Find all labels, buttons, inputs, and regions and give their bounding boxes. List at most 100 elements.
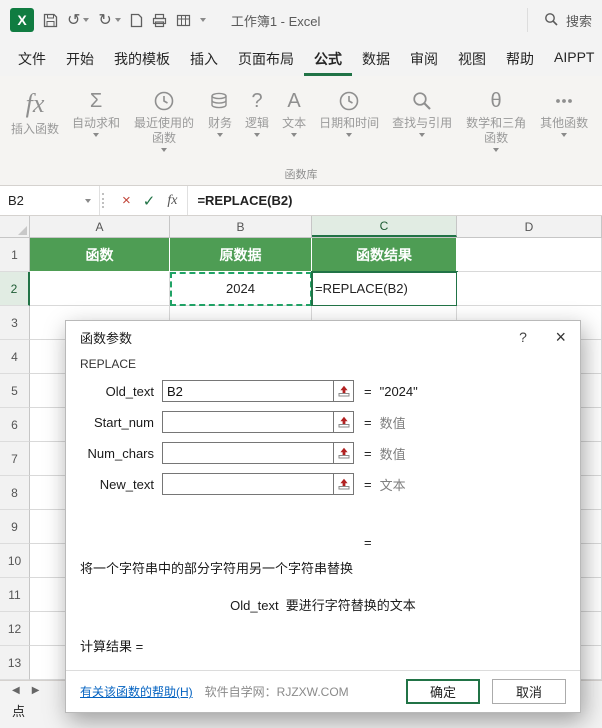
confirm-entry-icon[interactable]: ✓	[143, 192, 156, 210]
argument-result: 数值	[379, 415, 406, 431]
ribbon-button-lookup-reference[interactable]: 查找与引用	[387, 84, 457, 139]
range-selector-button[interactable]	[333, 412, 353, 432]
row-header-2[interactable]: 2	[0, 272, 30, 306]
ribbon-button-insert-function[interactable]: fx 插入函数	[6, 84, 64, 139]
menu-tab-文件[interactable]: 文件	[8, 40, 56, 76]
menu-tab-我的模板[interactable]: 我的模板	[104, 40, 180, 76]
menu-tab-AIPPT[interactable]: AIPPT	[544, 40, 602, 76]
menu-tab-视图[interactable]: 视图	[448, 40, 496, 76]
menu-tab-审阅[interactable]: 审阅	[400, 40, 448, 76]
dropdown-icon	[93, 133, 100, 137]
search-box[interactable]: 搜索	[526, 8, 592, 32]
ribbon-button-autosum[interactable]: Σ 自动求和	[67, 84, 125, 139]
menu-tab-公式[interactable]: 公式	[304, 40, 352, 76]
function-name-label: REPLACE	[80, 357, 137, 371]
dialog-help-icon[interactable]: ?	[506, 329, 540, 345]
math-trig-icon: θ	[490, 89, 502, 112]
collapse-dialog-icon	[338, 447, 349, 459]
new-file-icon[interactable]	[130, 13, 143, 28]
column-header-B[interactable]: B	[170, 216, 312, 237]
undo-button[interactable]: ↺	[67, 10, 90, 30]
argument-hint: Old_text 要进行字符替换的文本	[230, 598, 416, 613]
ribbon-button-financial[interactable]: 财务	[203, 84, 237, 139]
calc-result-label: 计算结果 =	[80, 639, 144, 654]
range-selector-button[interactable]	[333, 381, 353, 401]
redo-button[interactable]: ↻	[98, 10, 121, 30]
cell-D1[interactable]	[457, 238, 602, 272]
column-header-D[interactable]: D	[457, 216, 602, 237]
save-icon[interactable]	[43, 13, 58, 28]
argument-input-Old_text[interactable]	[163, 381, 333, 401]
print-icon[interactable]	[152, 13, 167, 28]
recent-functions-icon	[153, 86, 175, 116]
prev-sheet-icon[interactable]: ◀	[12, 685, 20, 696]
ribbon-button-datetime[interactable]: 日期和时间	[314, 84, 384, 139]
dialog-footer: 有关该函数的帮助(H) 软件自学网：RJZXW.COM 确定 取消	[66, 670, 580, 712]
range-selector-button[interactable]	[333, 474, 353, 494]
dropdown-icon	[561, 133, 568, 137]
menu-tab-开始[interactable]: 开始	[56, 40, 104, 76]
cancel-entry-icon[interactable]: ×	[122, 192, 131, 209]
function-arguments-dialog: 函数参数 ? × REPLACE Old_text = "2024" Start_nu…	[65, 320, 581, 713]
row-header-11[interactable]: 11	[0, 578, 30, 612]
column-header-C[interactable]: C	[312, 216, 457, 237]
argument-input-Num_chars[interactable]	[163, 443, 333, 463]
formula-input[interactable]: =REPLACE(B2)	[188, 186, 602, 215]
select-all-corner[interactable]	[0, 216, 30, 237]
row-header-7[interactable]: 7	[0, 442, 30, 476]
quick-access-more-icon[interactable]	[199, 18, 206, 22]
menu-tab-插入[interactable]: 插入	[180, 40, 228, 76]
row-header-6[interactable]: 6	[0, 408, 30, 442]
cancel-button[interactable]: 取消	[492, 679, 566, 704]
row-header-5[interactable]: 5	[0, 374, 30, 408]
cell-C1[interactable]: 函数结果	[312, 238, 457, 272]
cell-A1[interactable]: 函数	[30, 238, 170, 272]
sheet-row-1: 1 函数 原数据 函数结果	[0, 238, 602, 272]
undo-dropdown-icon[interactable]	[83, 18, 90, 22]
function-help-link[interactable]: 有关该函数的帮助(H)	[80, 683, 193, 700]
formula-bar: B2 × ✓ fx =REPLACE(B2)	[0, 186, 602, 216]
menu-tab-页面布局[interactable]: 页面布局	[228, 40, 304, 76]
row-header-3[interactable]: 3	[0, 306, 30, 340]
cell-C2[interactable]: =REPLACE(B2)	[311, 271, 458, 307]
menu-tab-数据[interactable]: 数据	[352, 40, 400, 76]
cell-D2[interactable]	[457, 272, 602, 306]
row-header-4[interactable]: 4	[0, 340, 30, 374]
argument-input-Start_num[interactable]	[163, 412, 333, 432]
next-sheet-icon[interactable]: ▶	[32, 685, 40, 696]
cell-A2[interactable]	[30, 272, 170, 306]
search-icon	[544, 12, 558, 29]
row-header-12[interactable]: 12	[0, 612, 30, 646]
ok-button[interactable]: 确定	[406, 679, 480, 704]
menu-tab-帮助[interactable]: 帮助	[496, 40, 544, 76]
dialog-close-icon[interactable]: ×	[540, 328, 566, 346]
argument-input-New_text[interactable]	[163, 474, 333, 494]
column-header-A[interactable]: A	[30, 216, 170, 237]
row-header-8[interactable]: 8	[0, 476, 30, 510]
ribbon-button-label: 查找与引用	[392, 116, 453, 130]
ribbon-button-text[interactable]: A 文本	[277, 84, 311, 139]
ribbon-button-recent-functions[interactable]: 最近使用的函数	[128, 84, 200, 154]
ribbon-button-more-functions[interactable]: 其他函数	[535, 84, 593, 139]
name-box-value: B2	[8, 193, 24, 208]
argument-label: Start_num	[94, 414, 154, 430]
cell-B1[interactable]: 原数据	[170, 238, 312, 272]
table-icon[interactable]	[176, 13, 191, 28]
insert-function-fx-icon[interactable]: fx	[167, 193, 177, 209]
dialog-titlebar[interactable]: 函数参数 ? ×	[66, 321, 580, 353]
row-header-13[interactable]: 13	[0, 646, 30, 680]
ribbon-button-logical[interactable]: ? 逻辑	[240, 84, 274, 139]
cell-B2[interactable]: 2024	[170, 272, 312, 306]
name-box[interactable]: B2	[0, 186, 100, 215]
row-header-9[interactable]: 9	[0, 510, 30, 544]
row-header-1[interactable]: 1	[0, 238, 30, 272]
undo-icon: ↺	[67, 12, 81, 29]
ribbon-button-math-trig[interactable]: θ 数学和三角函数	[460, 84, 532, 154]
ribbon-button-label: 自动求和	[72, 116, 121, 130]
redo-dropdown-icon[interactable]	[114, 18, 121, 22]
row-header-10[interactable]: 10	[0, 544, 30, 578]
excel-window: X ↺ ↻ 工作簿1 - Excel 搜索 文件 开始 我的模板 插入 页面布局…	[0, 0, 602, 728]
range-selector-button[interactable]	[333, 443, 353, 463]
argument-label: New_text	[99, 476, 154, 492]
name-box-dropdown-icon[interactable]	[85, 198, 91, 203]
